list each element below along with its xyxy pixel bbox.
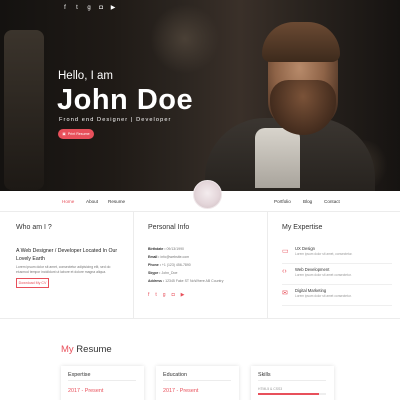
code-icon: ‹› — [282, 268, 287, 275]
resume-title: My Resume — [61, 344, 112, 355]
expertise-item-title: Digital Marketing — [295, 288, 327, 293]
divider — [68, 380, 136, 381]
expertise-column: My Expertise ▭ UX Design Lorem ipsum dol… — [268, 212, 400, 318]
print-icon: ▣ — [62, 132, 66, 136]
skill-bar-fill — [258, 393, 320, 395]
info-label: Birthdate : — [148, 247, 166, 251]
hero-role: Frond end Designer | Developer — [59, 117, 172, 123]
resume-card-education: Education 2017 - Present — [156, 366, 239, 400]
nav-resume[interactable]: Resume — [108, 199, 125, 204]
expertise-item: ‹› Web Development Lorem ipsum dolor sit… — [282, 265, 392, 283]
google-plus-icon[interactable]: g — [163, 292, 166, 298]
about-title: Who am I ? — [16, 224, 52, 231]
print-resume-label: Print Resume — [67, 132, 90, 136]
personal-info-column: Personal Info Birthdate : 09/13/1990 Ema… — [134, 212, 268, 318]
info-value: John_Doe — [161, 271, 178, 275]
info-row: Email : info@website.com — [148, 255, 189, 259]
divider — [282, 263, 392, 264]
expertise-item-title: UX Design — [295, 246, 316, 251]
hero-section: f t g ◘ ▶ Hello, I am John Doe Frond end… — [0, 0, 400, 191]
facebook-icon[interactable]: f — [148, 292, 149, 298]
print-resume-button[interactable]: ▣ Print Resume — [58, 129, 94, 139]
nav-portfolio[interactable]: Portfolio — [274, 199, 291, 204]
info-label: Email : — [148, 255, 160, 259]
info-row: Address : 12345 Fake ST NoWhere AB Count… — [148, 279, 223, 283]
about-lead: A Web Designer / Developer Located In Ou… — [16, 248, 118, 262]
background-light — [150, 4, 220, 74]
portrait-collar — [255, 128, 300, 188]
info-label: Skype : — [148, 271, 161, 275]
nav-home[interactable]: Home — [62, 199, 74, 204]
expertise-item: ✉ Digital Marketing Lorem ipsum dolor si… — [282, 286, 392, 304]
hero-name: John Doe — [57, 84, 194, 116]
personal-info-title: Personal Info — [148, 224, 190, 231]
hero-social-links: f t g ◘ ▶ — [62, 5, 116, 11]
expertise-item-desc: Lorem ipsum dolor sit amet consectetur. — [295, 273, 352, 277]
instagram-icon[interactable]: ◘ — [172, 292, 175, 298]
divider — [258, 380, 326, 381]
section-divider — [0, 318, 400, 319]
info-row: Birthdate : 09/13/1990 — [148, 247, 184, 251]
expertise-item-desc: Lorem ipsum dolor sit amet consectetur. — [295, 294, 352, 298]
hero-greeting: Hello, I am — [58, 70, 113, 82]
info-label: Address : — [148, 279, 165, 283]
facebook-icon[interactable]: f — [62, 5, 68, 11]
card-title: Education — [163, 372, 187, 378]
resume-title-rest: Resume — [73, 344, 112, 355]
info-value: info@website.com — [160, 255, 190, 259]
expertise-item: ▭ UX Design Lorem ipsum dolor sit amet, … — [282, 244, 392, 262]
personal-social-links: f t g ◘ ▶ — [148, 292, 184, 298]
about-text: Lorem ipsum dolor sit amet, consectetur … — [16, 265, 111, 274]
nav-avatar-logo[interactable] — [193, 180, 222, 209]
background-light — [4, 30, 44, 190]
ux-icon: ▭ — [282, 248, 289, 255]
download-cv-button[interactable]: Download My CV — [16, 278, 49, 288]
card-title: Expertise — [68, 372, 91, 378]
info-value: 12345 Fake ST NoWhere AB Country — [165, 279, 224, 283]
portrait-hair — [262, 22, 340, 62]
divider — [282, 305, 392, 306]
info-row: Phone : +1 (123) 456-7890 — [148, 263, 191, 267]
marketing-icon: ✉ — [282, 290, 288, 297]
nav-contact[interactable]: Contact — [324, 199, 340, 204]
info-value: +1 (123) 456-7890 — [161, 263, 191, 267]
twitter-icon[interactable]: t — [74, 5, 80, 11]
divider — [163, 380, 231, 381]
youtube-icon[interactable]: ▶ — [110, 5, 116, 11]
about-column: Who am I ? A Web Designer / Developer Lo… — [0, 212, 134, 318]
resume-card-expertise: Expertise 2017 - Present — [61, 366, 144, 400]
skill-bar — [258, 393, 326, 395]
nav-blog[interactable]: Blog — [303, 199, 312, 204]
nav-about[interactable]: About — [86, 199, 98, 204]
resume-card-skills: Skills HTML5 & CSS3 — [251, 366, 334, 400]
card-title: Skills — [258, 372, 271, 378]
expertise-title: My Expertise — [282, 224, 323, 231]
card-year: 2017 - Present — [163, 388, 199, 394]
google-plus-icon[interactable]: g — [86, 5, 92, 11]
expertise-item-desc: Lorem ipsum dolor sit amet, consectetur. — [295, 252, 353, 256]
expertise-item-title: Web Development — [295, 267, 330, 272]
info-row: Skype : John_Doe — [148, 271, 177, 275]
twitter-icon[interactable]: t — [155, 292, 156, 298]
skill-label: HTML5 & CSS3 — [258, 387, 283, 391]
instagram-icon[interactable]: ◘ — [98, 5, 104, 11]
card-year: 2017 - Present — [68, 388, 104, 394]
youtube-icon[interactable]: ▶ — [181, 292, 185, 298]
info-label: Phone : — [148, 263, 161, 267]
info-value: 09/13/1990 — [166, 247, 185, 251]
resume-title-accent: My — [61, 344, 74, 355]
divider — [282, 284, 392, 285]
